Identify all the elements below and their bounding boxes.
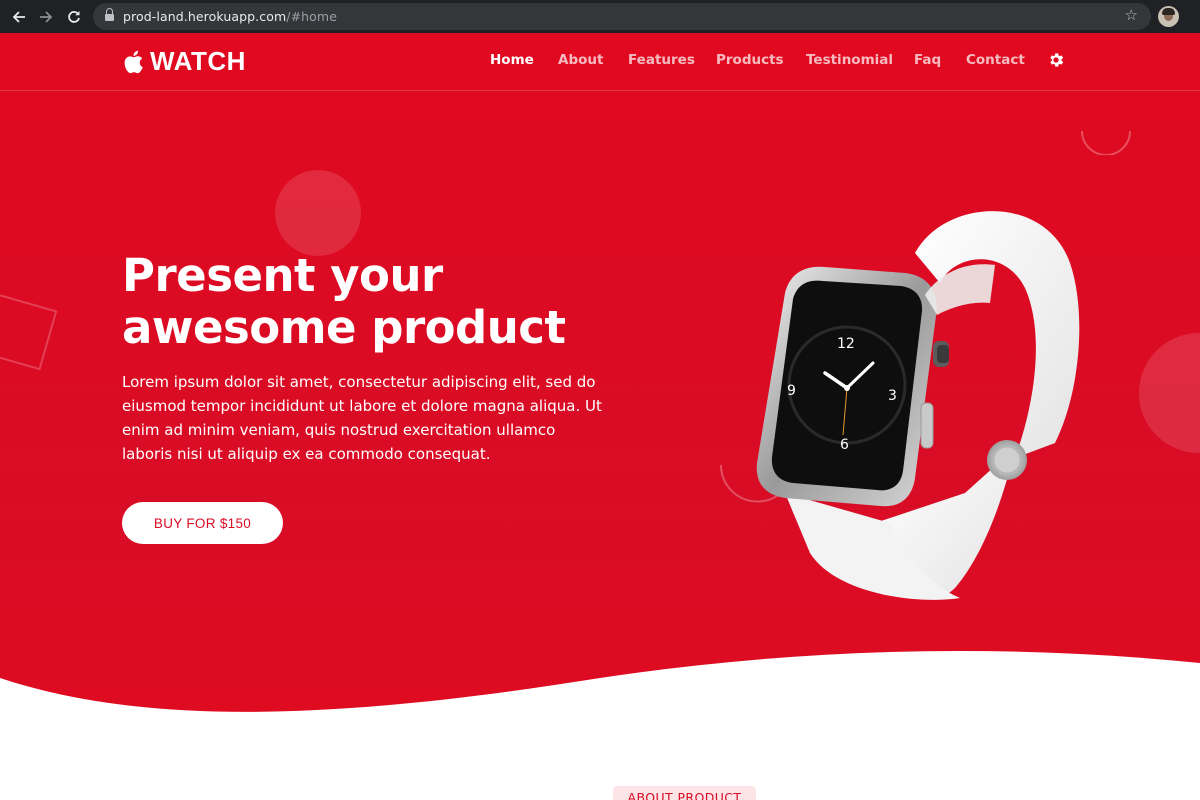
nav-item-products[interactable]: Products (716, 52, 784, 68)
headline-line-1: Present your (122, 249, 443, 302)
back-arrow-icon[interactable] (5, 0, 33, 33)
brand-logo[interactable]: WATCH (122, 46, 246, 77)
hero-section: WATCH Home About Features Products Testi… (0, 33, 1200, 800)
decor-square (0, 293, 58, 371)
watch-product-image: 12 3 6 9 (756, 211, 1080, 600)
nav-item-contact[interactable]: Contact (966, 52, 1025, 68)
forward-arrow-icon[interactable] (32, 0, 60, 33)
headline-line-2: awesome product (122, 301, 566, 354)
buy-button[interactable]: BUY FOR $150 (122, 502, 283, 544)
brand-name: WATCH (150, 46, 246, 76)
watch-numeral-12: 12 (837, 336, 855, 352)
address-bar[interactable]: prod-land.herokuapp.com/#home ☆ (93, 3, 1151, 30)
decor-arc (1081, 130, 1131, 155)
url-host: prod-land.herokuapp.com (123, 9, 287, 24)
main-navbar: WATCH Home About Features Products Testi… (0, 33, 1200, 91)
nav-item-about[interactable]: About (558, 52, 603, 68)
decor-circle (1139, 333, 1200, 453)
nav-item-testinomial[interactable]: Testinomial (806, 52, 893, 68)
profile-avatar[interactable] (1158, 6, 1179, 27)
nav-item-home[interactable]: Home (490, 52, 534, 68)
hero-wave-divider (0, 651, 1200, 800)
hero-headline: Present your awesome product (122, 250, 642, 354)
about-product-tag: ABOUT PRODUCT (613, 786, 756, 800)
gear-icon[interactable] (1047, 51, 1065, 69)
nav-item-features[interactable]: Features (628, 52, 695, 68)
watch-numeral-6: 6 (840, 437, 849, 453)
hero-description: Lorem ipsum dolor sit amet, consectetur … (122, 373, 602, 463)
apple-icon (124, 50, 143, 73)
url-path: /#home (286, 9, 337, 24)
watch-numeral-9: 9 (787, 383, 796, 399)
nav-item-faq[interactable]: Faq (914, 52, 941, 68)
star-icon[interactable]: ☆ (1125, 6, 1138, 24)
decor-circle (275, 170, 361, 256)
watch-numeral-3: 3 (888, 388, 897, 404)
browser-toolbar: prod-land.herokuapp.com/#home ☆ (0, 0, 1200, 33)
lock-icon (105, 7, 114, 22)
reload-icon[interactable] (60, 0, 88, 33)
